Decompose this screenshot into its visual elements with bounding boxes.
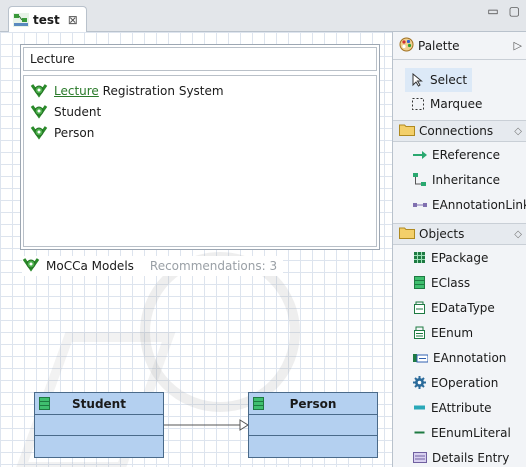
select-tool[interactable]: Select [405, 68, 472, 92]
pin-icon[interactable]: ◇ [514, 126, 522, 137]
eclass-icon [39, 397, 50, 413]
palette-entry-details-entry[interactable]: Details Entry [393, 445, 526, 467]
tool-label: Select [430, 73, 468, 87]
close-icon[interactable]: ⊠ [68, 13, 78, 27]
class-box-student[interactable]: Student [34, 392, 164, 458]
diagram-icon [13, 12, 29, 27]
tab-title: test [33, 12, 60, 27]
palette-entry-eannotationlink[interactable]: EAnnotationLink [393, 192, 526, 217]
palette-entry-eannotation[interactable]: EAnnotation [393, 345, 526, 370]
expand-arrow-icon[interactable]: ▷ [514, 39, 522, 52]
attributes-compartment[interactable] [35, 415, 163, 436]
marquee-icon [412, 98, 424, 110]
drawer-title: Objects [419, 227, 465, 241]
drawer-title: Connections [419, 124, 494, 138]
details-entry-icon [413, 452, 427, 463]
marquee-tool[interactable]: Marquee [393, 92, 526, 116]
operations-compartment[interactable] [249, 436, 377, 457]
connections-drawer[interactable]: Connections ◇ [393, 120, 526, 142]
edatatype-icon [414, 301, 425, 314]
minimize-icon[interactable]: ▭ [487, 4, 498, 18]
palette: Palette ▷ Select Marquee Connections ◇ E… [392, 32, 526, 467]
palette-title: Palette [418, 38, 460, 53]
editor-tab[interactable]: test ⊠ [8, 6, 87, 32]
palette-icon [399, 37, 414, 55]
maximize-icon[interactable]: ▢ [509, 4, 520, 18]
eenumliteral-icon [414, 431, 425, 434]
eenum-icon [414, 326, 425, 339]
eclass-icon [253, 397, 264, 413]
objects-drawer[interactable]: Objects ◇ [393, 223, 526, 245]
pointer-icon [412, 73, 423, 87]
palette-entry-edatatype[interactable]: EDataType [393, 295, 526, 320]
eclass-icon [414, 276, 425, 289]
tool-label: Marquee [430, 97, 483, 111]
class-name: Person [289, 396, 337, 411]
folder-icon [399, 226, 415, 242]
folder-icon [399, 123, 415, 139]
inheritance-icon [413, 172, 426, 186]
palette-entry-ereference[interactable]: EReference [393, 142, 526, 167]
class-box-person[interactable]: Person [248, 392, 378, 458]
eannotation-icon [413, 354, 428, 363]
operations-compartment[interactable] [35, 436, 163, 457]
palette-entry-eenumliteral[interactable]: EEnumLiteral [393, 420, 526, 445]
editor-tab-bar: test ⊠ ▭ ▢ [0, 0, 526, 32]
palette-entry-inheritance[interactable]: Inheritance [393, 167, 526, 192]
palette-entry-eenum[interactable]: EEnum [393, 320, 526, 345]
palette-entry-epackage[interactable]: EPackage [393, 245, 526, 270]
ereference-icon [413, 150, 427, 159]
epackage-icon [414, 252, 425, 263]
gear-icon [413, 376, 426, 389]
pin-icon[interactable]: ◇ [514, 229, 522, 240]
attributes-compartment[interactable] [249, 415, 377, 436]
palette-header[interactable]: Palette ▷ [393, 32, 526, 60]
eattribute-icon [414, 405, 425, 410]
class-name: Student [72, 396, 126, 411]
annotation-link-icon [413, 202, 427, 207]
diagram-canvas[interactable]: Lecture Lecture Registration System Stud… [0, 32, 392, 467]
palette-entry-eclass[interactable]: EClass [393, 270, 526, 295]
palette-entry-eattribute[interactable]: EAttribute [393, 395, 526, 420]
palette-entry-eoperation[interactable]: EOperation [393, 370, 526, 395]
